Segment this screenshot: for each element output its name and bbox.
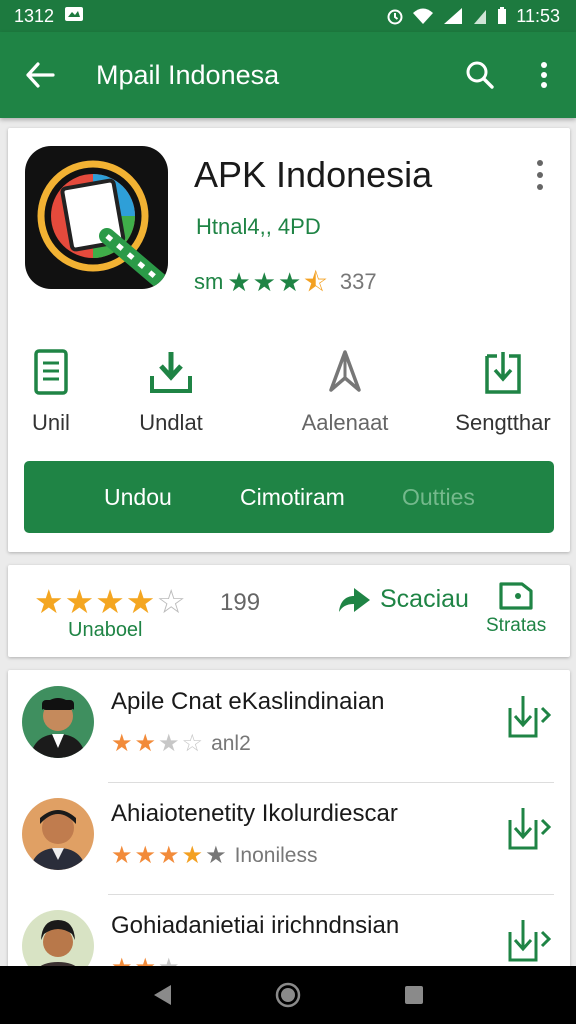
share-button[interactable]: Scaciau xyxy=(338,585,469,614)
more-vert-icon xyxy=(541,62,547,88)
nav-home-icon[interactable] xyxy=(275,982,301,1008)
stats-button[interactable]: Stratas xyxy=(486,581,546,637)
list-item[interactable]: Apile Cnat eKaslindinaian ★ ★ ★ ☆ anl2 xyxy=(8,670,570,782)
star-icon: ★ xyxy=(158,842,180,869)
download-box-icon xyxy=(485,352,521,394)
developer-link[interactable]: Htnal4,, 4PD xyxy=(196,214,321,240)
dot-icon xyxy=(537,184,543,190)
star-icon: ★ xyxy=(111,842,133,869)
wifi-icon xyxy=(412,7,434,25)
tab-undou[interactable]: Undou xyxy=(104,461,172,533)
app-bar: Mpail Indonesa xyxy=(0,32,576,118)
app-details-card: APK Indonesia Htnal4,, 4PD sm ★ ★ ★ ⯪ 33… xyxy=(8,128,570,552)
app-icon[interactable] xyxy=(25,146,168,289)
search-icon xyxy=(466,61,494,89)
dot-icon xyxy=(537,160,543,166)
notification-icon xyxy=(64,6,84,27)
star-outline-icon: ☆ xyxy=(156,583,186,620)
list-item-title: Gohiadanietiai irichndnsian xyxy=(111,912,400,939)
status-bar: 1312 11:53 xyxy=(0,0,576,32)
signal-icon xyxy=(442,7,464,25)
share-label: Scaciau xyxy=(380,585,469,613)
star-icon: ★ xyxy=(252,267,276,297)
list-item-title: Apile Cnat eKaslindinaian xyxy=(111,688,385,715)
star-icon: ★ xyxy=(111,730,133,757)
tab-cimotiram[interactable]: Cimotiram xyxy=(240,461,345,533)
rating-count: 337 xyxy=(339,269,377,294)
list-item[interactable]: Ahiaiotenetity Ikolurdiescar ★ ★ ★ ★ ★ I… xyxy=(8,782,570,894)
install-icon[interactable] xyxy=(504,694,554,740)
list-item-title: Ahiaiotenetity Ikolurdiescar xyxy=(111,800,398,827)
actions-row: Unil Undlat Aalenaat Sengtthar xyxy=(8,348,570,438)
tabs-bar: Undou Cimotiram Outties xyxy=(24,461,554,533)
action-undlat[interactable]: Undlat xyxy=(126,348,216,438)
star-icon: ★ xyxy=(205,842,227,869)
list-item-meta: Inoniless xyxy=(234,844,318,867)
avatar xyxy=(22,686,94,758)
install-icon[interactable] xyxy=(504,806,554,852)
star-outline-icon: ☆ xyxy=(181,730,204,757)
rating-stars[interactable]: ★ ★ ★ ★ ☆ xyxy=(34,585,186,618)
status-time-left: 1312 xyxy=(14,5,55,26)
page-title: Mpail Indonesa xyxy=(96,59,280,90)
status-time-right: 11:53 xyxy=(516,5,560,26)
half-star-icon: ★ xyxy=(181,842,204,869)
list-item-meta: anl2 xyxy=(211,732,251,755)
action-sengtthar[interactable]: Sengtthar xyxy=(448,348,558,438)
app-list-card: Apile Cnat eKaslindinaian ★ ★ ★ ☆ anl2 A… xyxy=(8,670,570,970)
list-item[interactable]: Gohiadanietiai irichndnsian ★ ★ ★ xyxy=(8,894,570,970)
star-icon: ★ xyxy=(64,583,95,620)
install-icon[interactable] xyxy=(504,918,554,964)
share-arrow-icon xyxy=(329,350,361,392)
action-unil[interactable]: Unil xyxy=(18,348,84,438)
app-name: APK Indonesia xyxy=(194,154,433,195)
action-label: Sengtthar xyxy=(455,410,551,435)
nav-recents-icon[interactable] xyxy=(403,984,425,1006)
star-icon: ★ xyxy=(134,842,157,869)
back-button[interactable] xyxy=(0,32,80,118)
overflow-menu-button[interactable] xyxy=(512,32,576,118)
stats-box-icon xyxy=(499,582,533,610)
star-icon: ★ xyxy=(125,583,156,620)
list-item-rating: ★ ★ ★ ★ ★ Inoniless xyxy=(111,844,317,868)
document-icon xyxy=(34,349,68,395)
action-label: Aalenaat xyxy=(301,410,389,435)
arrow-left-icon xyxy=(26,62,55,88)
stats-label: Stratas xyxy=(486,615,547,636)
star-icon: ★ xyxy=(134,730,157,757)
system-nav-bar xyxy=(0,966,576,1024)
star-icon: ★ xyxy=(34,583,64,620)
search-button[interactable] xyxy=(448,32,512,118)
list-item-rating: ★ ★ ★ ☆ anl2 xyxy=(111,732,251,756)
star-icon: ★ xyxy=(158,730,180,757)
app-rating: sm ★ ★ ★ ⯪ 337 xyxy=(194,269,377,295)
star-icon: ★ xyxy=(95,583,125,620)
star-icon: ★ xyxy=(277,267,302,297)
rating-prefix: sm xyxy=(194,269,224,294)
download-icon xyxy=(150,352,192,393)
battery-icon xyxy=(496,7,508,25)
share-icon xyxy=(339,587,370,612)
action-label: Unil xyxy=(32,410,70,435)
alarm-icon xyxy=(386,7,404,25)
dot-icon xyxy=(537,172,543,178)
avatar xyxy=(22,910,94,970)
rating-label: Unaboel xyxy=(68,619,143,641)
half-star-icon: ⯪ xyxy=(303,267,328,297)
rating-card: ★ ★ ★ ★ ☆ 199 Unaboel Scaciau Stratas xyxy=(8,565,570,657)
action-aalenaat[interactable]: Aalenaat xyxy=(290,348,400,438)
rating-total: 199 xyxy=(220,589,261,616)
avatar xyxy=(22,798,94,870)
action-label: Undlat xyxy=(139,410,203,435)
nav-back-icon[interactable] xyxy=(151,983,173,1007)
app-more-button[interactable] xyxy=(532,160,548,190)
tab-outties[interactable]: Outties xyxy=(402,461,475,533)
signal-icon-2 xyxy=(472,7,488,25)
star-icon: ★ xyxy=(227,267,251,297)
